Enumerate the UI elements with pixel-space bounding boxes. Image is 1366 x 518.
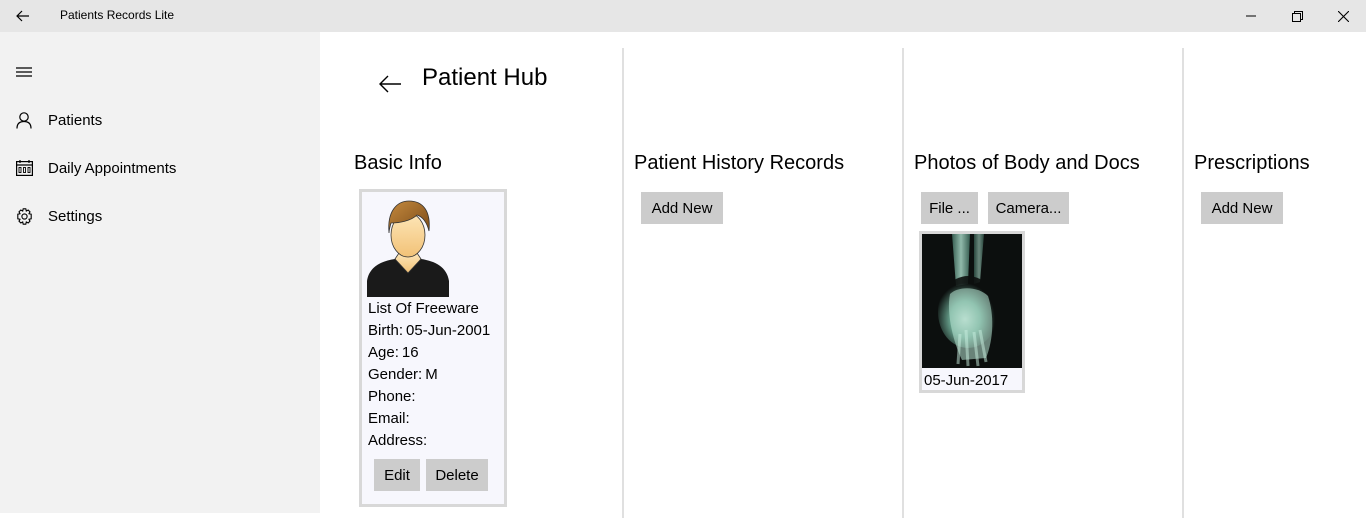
birth-row: Birth: 05-Jun-2001 — [368, 322, 490, 339]
minimize-button[interactable] — [1228, 0, 1274, 32]
column-divider — [1182, 48, 1184, 518]
prescriptions-title: Prescriptions — [1194, 152, 1310, 174]
gender-label: Gender: — [368, 366, 423, 383]
history-add-new-button[interactable]: Add New — [641, 192, 723, 224]
delete-button[interactable]: Delete — [426, 459, 488, 491]
camera-button[interactable]: Camera... — [988, 192, 1069, 224]
minimize-icon — [1246, 15, 1256, 17]
photo-date: 05-Jun-2017 — [924, 372, 1009, 389]
patient-avatar — [367, 200, 449, 297]
close-icon — [1337, 10, 1349, 22]
file-button[interactable]: File ... — [921, 192, 978, 224]
hamburger-icon — [16, 67, 32, 77]
address-label: Address: — [368, 432, 428, 449]
edit-button[interactable]: Edit — [374, 459, 420, 491]
arrow-left-icon — [379, 75, 401, 93]
title-bar: Patients Records Lite — [0, 0, 1366, 32]
back-button[interactable] — [0, 0, 46, 32]
nav-item-label: Patients — [48, 111, 103, 129]
gender-row: Gender: M — [368, 366, 438, 383]
phone-label: Phone: — [368, 388, 416, 405]
patient-hub-page: Patient Hub Basic Info List Of Freeware … — [320, 32, 1366, 518]
restore-icon — [1291, 10, 1303, 22]
patient-name: List Of Freeware — [368, 300, 479, 317]
birth-label: Birth: — [368, 322, 404, 339]
arrow-left-icon — [16, 10, 29, 22]
photo-thumbnail[interactable]: 05-Jun-2017 — [919, 231, 1025, 393]
age-label: Age: — [368, 344, 399, 361]
age-value: 16 — [401, 344, 419, 361]
gender-value: M — [425, 366, 438, 383]
hub-back-button[interactable] — [372, 70, 408, 98]
navigation-pane: Patients Daily Appointments Settings — [0, 32, 320, 513]
nav-item-settings[interactable]: Settings — [0, 194, 320, 238]
page-title: Patient Hub — [422, 64, 548, 91]
nav-item-patients[interactable]: Patients — [0, 98, 320, 142]
close-button[interactable] — [1320, 0, 1366, 32]
calendar-icon — [0, 146, 48, 190]
prescriptions-add-new-button[interactable]: Add New — [1201, 192, 1283, 224]
nav-item-label: Daily Appointments — [48, 159, 177, 177]
email-label: Email: — [368, 410, 410, 427]
basic-info-card: List Of Freeware Birth: 05-Jun-2001 Age: 1… — [359, 189, 507, 507]
window-title: Patients Records Lite — [60, 8, 175, 22]
basic-info-title: Basic Info — [354, 152, 442, 174]
nav-item-label: Settings — [48, 207, 103, 225]
nav-item-daily-appointments[interactable]: Daily Appointments — [0, 146, 320, 190]
photos-title: Photos of Body and Docs — [914, 152, 1140, 174]
restore-button[interactable] — [1274, 0, 1320, 32]
xray-image — [922, 234, 1022, 368]
age-row: Age: 16 — [368, 344, 419, 361]
gear-icon — [0, 194, 48, 238]
history-title: Patient History Records — [634, 152, 845, 174]
hamburger-menu-button[interactable] — [0, 52, 48, 92]
column-divider — [622, 48, 624, 518]
column-divider — [902, 48, 904, 518]
birth-value: 05-Jun-2001 — [406, 322, 491, 339]
person-icon — [0, 98, 48, 142]
